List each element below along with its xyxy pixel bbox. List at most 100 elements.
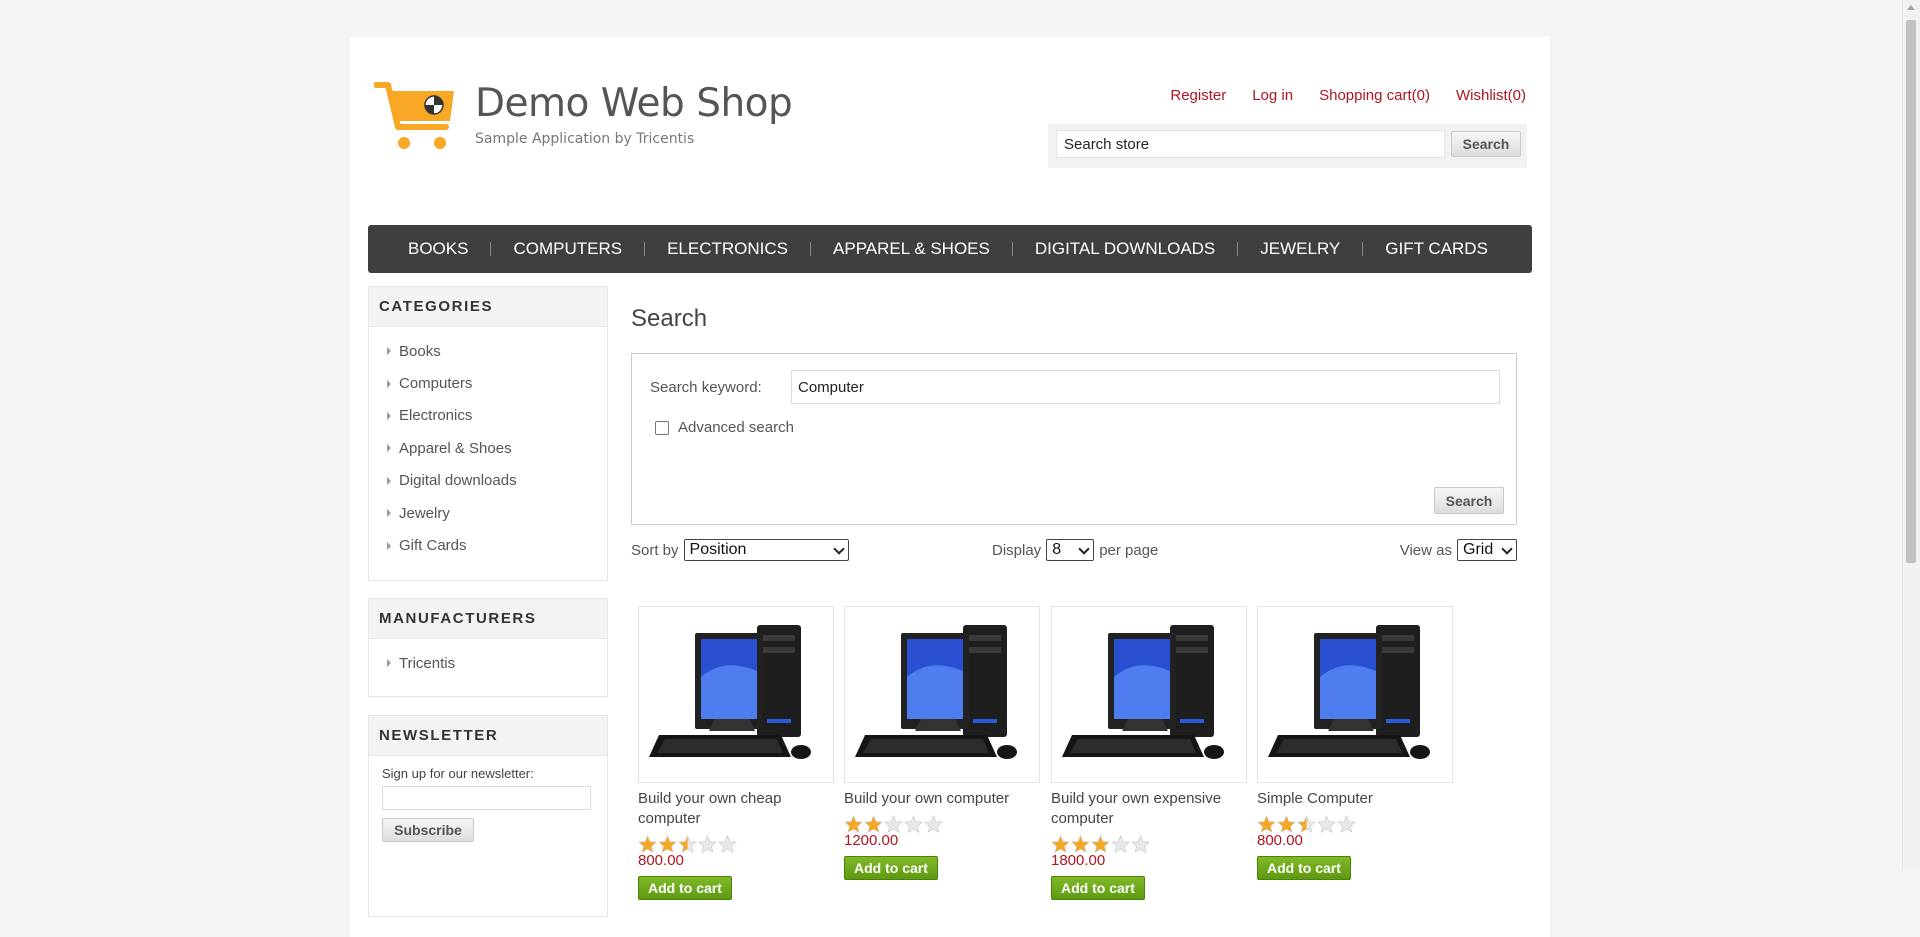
newsletter-email-input[interactable] [382,786,591,810]
display-label: Display [992,541,1042,559]
category-label: Digital downloads [399,472,517,490]
product-image[interactable] [844,606,1040,783]
star-full-icon [864,815,883,833]
add-to-cart-button[interactable]: Add to cart [638,876,732,900]
sort-by-label: Sort by [631,541,679,559]
add-to-cart-button[interactable]: Add to cart [1051,876,1145,900]
star-full-icon [1051,835,1070,853]
category-item-computers[interactable]: Computers [369,367,607,399]
manufacturer-label: Tricentis [399,654,456,672]
product-title[interactable]: Build your own cheap computer [638,789,834,829]
product-price: 800.00 [638,852,684,869]
store-search-box: Search [1048,124,1527,168]
register-link[interactable]: Register [1170,87,1226,104]
advanced-search-toggle[interactable]: Advanced search [655,419,794,436]
cart-logo-icon [374,82,454,149]
menu-item-gift-cards[interactable]: GIFT CARDS [1363,239,1510,259]
star-full-icon [844,815,863,833]
product-rating [1051,835,1247,853]
sort-by-value: Position [689,541,747,558]
product-title[interactable]: Build your own expensive computer [1051,789,1247,829]
search-keyword-label: Search keyword: [650,379,762,396]
product-item: Simple Computer 800.00 Add to cart [1257,606,1453,880]
menu-item-computers[interactable]: COMPUTERS [491,239,644,259]
page-scrollbar[interactable] [1902,0,1920,869]
sort-by-select[interactable]: Position [683,539,849,561]
product-rating [1257,815,1453,833]
product-rating [638,835,834,853]
add-to-cart-button[interactable]: Add to cart [1257,856,1351,880]
advanced-search-checkbox[interactable] [655,420,669,435]
manufacturers-list: Tricentis [369,639,607,685]
display-control: Display 8 per page [992,539,1158,561]
page-size-select[interactable]: 8 [1046,539,1095,561]
menu-item-electronics[interactable]: ELECTRONICS [645,239,810,259]
menu-item-apparel-shoes[interactable]: APPAREL & SHOES [811,239,1012,259]
wishlist-link[interactable]: Wishlist(0) [1456,87,1526,104]
chevron-down-icon [832,543,845,555]
star-full-icon [1257,815,1276,833]
product-image[interactable] [1257,606,1453,783]
star-empty-icon [1337,815,1356,833]
star-full-icon [1071,835,1090,853]
category-item-electronics[interactable]: Electronics [369,400,607,432]
advanced-search-label: Advanced search [678,419,794,436]
view-as-label: View as [1399,541,1452,559]
category-item-apparel-shoes[interactable]: Apparel & Shoes [369,432,607,464]
chevron-down-icon [1501,543,1513,555]
product-title[interactable]: Build your own computer [844,789,1040,809]
star-empty-icon [924,815,943,833]
search-submit-button[interactable]: Search [1434,487,1504,514]
manufacturer-item-tricentis[interactable]: Tricentis [369,647,607,679]
store-logo[interactable]: Demo Web Shop Sample Application by Tric… [374,81,793,153]
product-rating [844,815,1040,833]
category-item-books[interactable]: Books [369,335,607,367]
category-label: Gift Cards [399,537,467,555]
header-links: Register Log in Shopping cart(0) Wishlis… [1144,87,1526,104]
store-search-button[interactable]: Search [1451,131,1521,157]
page-container: Demo Web Shop Sample Application by Tric… [350,37,1550,937]
desktop-computer-icon [1062,625,1224,759]
product-item: Build your own computer 1200.00 Add to c… [844,606,1040,880]
store-search-input[interactable] [1056,130,1445,158]
category-item-gift-cards[interactable]: Gift Cards [369,529,607,561]
add-to-cart-button[interactable]: Add to cart [844,856,938,880]
star-empty-icon [698,835,717,853]
category-item-jewelry[interactable]: Jewelry [369,497,607,529]
product-price: 800.00 [1257,832,1303,849]
product-selectors: Sort by Position Display 8 per page View… [631,537,1517,564]
scroll-up-icon[interactable] [1907,5,1915,10]
product-price: 1200.00 [844,832,899,849]
per-page-label: per page [1099,541,1159,559]
manufacturers-title: MANUFACTURERS [369,599,607,639]
category-item-digital-downloads[interactable]: Digital downloads [369,465,607,497]
chevron-down-icon [1078,543,1090,555]
caret-right-icon [387,411,391,420]
shopping-cart-link[interactable]: Shopping cart(0) [1319,87,1430,104]
category-label: Apparel & Shoes [399,439,512,457]
scrollbar-thumb[interactable] [1906,20,1916,563]
product-image[interactable] [1051,606,1247,783]
desktop-computer-icon [649,625,811,759]
logo-subtitle: Sample Application by Tricentis [475,131,695,147]
caret-right-icon [387,541,391,550]
view-mode-select[interactable]: Grid [1457,539,1517,561]
page-title: Search [631,305,708,332]
star-empty-icon [904,815,923,833]
star-empty-icon [718,835,737,853]
desktop-computer-icon [855,625,1017,759]
subscribe-button[interactable]: Subscribe [382,818,474,842]
newsletter-block: NEWSLETTER Sign up for our newsletter: S… [368,715,608,917]
category-label: Jewelry [399,504,450,522]
login-link[interactable]: Log in [1252,87,1293,104]
product-title[interactable]: Simple Computer [1257,789,1453,809]
newsletter-label: Sign up for our newsletter: [382,766,534,781]
menu-item-jewelry[interactable]: JEWELRY [1238,239,1362,259]
search-keyword-input[interactable] [791,370,1500,404]
star-full-icon [658,835,677,853]
star-empty-icon [1111,835,1130,853]
menu-item-books[interactable]: BOOKS [368,239,490,259]
product-image[interactable] [638,606,834,783]
menu-item-digital-downloads[interactable]: DIGITAL DOWNLOADS [1013,239,1237,259]
caret-right-icon [387,659,391,668]
